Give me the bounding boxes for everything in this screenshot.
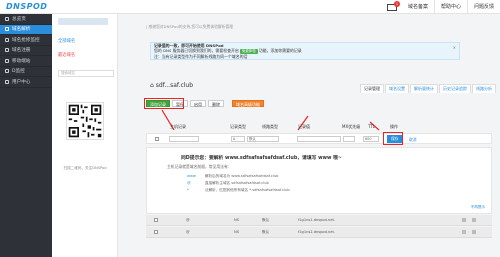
record-value: f1g1ns1.dnspod.net. <box>298 218 336 222</box>
notice-line-3: 注：当有记录类型作为不同解析线路为同一个域名的话 <box>154 54 248 59</box>
top-bar: DNSPOD 1 域名备案 帮助中心 问题反馈 <box>0 0 500 14</box>
dismiss-tip-link[interactable]: 不再提示 <box>471 205 485 210</box>
dns-icon <box>5 27 9 32</box>
table-row[interactable]: @ NS 默认 f1g1ns1.dnspod.net. <box>146 215 492 226</box>
home-icon <box>5 16 9 21</box>
cancel-link[interactable]: 取消 <box>409 137 417 143</box>
sidebar-item-user-center[interactable]: 用户中心 <box>0 77 52 88</box>
tip-title: 同D提示您：要解析 www.sdfsafsafsafdsaf.club，请填写 … <box>181 156 342 161</box>
monitor-icon <box>5 37 9 42</box>
tab-history[interactable]: 历史记录追踪 <box>439 84 471 93</box>
user-icon <box>5 79 9 84</box>
tab-line-analysis[interactable]: 线路分析 <box>472 84 496 93</box>
edit-icon[interactable] <box>472 218 476 222</box>
tip-line-www: www 解析后的域名为 www.sdfsafsafsafdsaf.club <box>187 174 279 178</box>
record-value: f1g1ns2.dnspod.net. <box>298 230 336 234</box>
domain-list-panel: 全部域名 最近域名 搜索域名 扫描二维码，关注DNSPod <box>52 14 118 257</box>
header-type: 记录类型 <box>230 124 246 129</box>
host-tip-box: 同D提示您：要解析 www.sdfsafsafsafdsaf.club，请填写 … <box>146 147 492 214</box>
row-checkbox[interactable] <box>154 218 158 222</box>
tab-stats[interactable]: 解析量统计 <box>410 84 438 93</box>
record-host: @ <box>186 230 190 234</box>
ttl-input[interactable]: 600 <box>363 136 379 142</box>
edit-icon[interactable] <box>472 230 476 234</box>
record-line: 默认 <box>262 230 270 234</box>
sidebar-item-monitor[interactable]: 域名抢修监控 <box>0 35 52 46</box>
blurred-account <box>58 18 108 25</box>
header-line: 线路类型 <box>262 124 278 129</box>
sidebar: 总览页 域名解析 域名抢修监控 域名注册 移动端站 D监控 用户中心 <box>0 14 52 257</box>
record-type: NS <box>234 218 239 222</box>
all-domains-link[interactable]: 全部域名 <box>58 38 75 44</box>
sidebar-item-register[interactable]: 域名注册 <box>0 46 52 56</box>
mobile-icon <box>5 58 9 63</box>
close-icon[interactable]: × <box>453 45 456 50</box>
qr-code <box>66 102 104 140</box>
lock-icon[interactable] <box>462 230 466 234</box>
notice-banner: 记录值的一致，即可开始使用 DNSPod 您的 DNS 服务器已切换到我们的，需… <box>150 42 460 60</box>
top-bar-actions: 1 域名备案 帮助中心 问题反馈 <box>386 0 500 14</box>
domain-tabs: 记录管理 域名设置 解析量统计 历史记录追踪 线路分析 <box>359 84 496 93</box>
value-input[interactable] <box>297 136 341 142</box>
tip-line-wildcard: * 泛解析，匹配其他所有域名 *.sdfsafsafsafdsaf.club <box>187 188 290 192</box>
mail-count-badge: 1 <box>393 0 400 7</box>
qr-caption: 扫描二维码，关注DNSPod <box>63 166 107 170</box>
header-ttl: TTL <box>368 124 376 129</box>
tip-line-at: @ 直接解析主域名 sdfsafsafsafdsaf.club <box>187 181 269 185</box>
new-record-row: A 默认 600 保存 取消 <box>146 133 492 144</box>
breadcrumb: | 感谢您对DNSPod的支持,您可以免费体验解析管理 <box>146 24 234 29</box>
sidebar-item-dns[interactable]: 域名解析 <box>0 24 52 35</box>
table-row[interactable]: @ NS 默认 f1g1ns2.dnspod.net. <box>146 227 492 238</box>
sidebar-item-d-monitor[interactable]: D监控 <box>0 67 52 77</box>
type-select[interactable]: A <box>231 136 245 142</box>
main-content: | 感谢您对DNSPod的支持,您可以免费体验解析管理 记录值的一致，即可开始使… <box>122 18 496 257</box>
domain-name: sdf...saf.club <box>155 82 194 89</box>
recent-domains-link[interactable]: 最近域名 <box>58 52 75 58</box>
enable-button[interactable]: 启用 <box>190 100 206 107</box>
register-icon <box>5 48 9 53</box>
advanced-features-button[interactable]: 域名高级功能 <box>232 100 264 107</box>
link-help-center[interactable]: 帮助中心 <box>433 0 467 14</box>
record-line: 默认 <box>262 218 270 222</box>
link-domain-filing[interactable]: 域名备案 <box>402 0 434 14</box>
highlight-save-button <box>383 132 403 145</box>
header-host: 主机记录 <box>170 124 186 129</box>
sidebar-item-mobile[interactable]: 移动端站 <box>0 56 52 67</box>
mx-input[interactable] <box>343 136 355 142</box>
row-checkbox[interactable] <box>154 230 158 234</box>
tab-domain-settings[interactable]: 域名设置 <box>385 84 409 93</box>
home-icon[interactable]: ⌂ <box>150 82 154 89</box>
link-feedback[interactable]: 问题反馈 <box>466 0 500 14</box>
domain-title: ⌂ sdf...saf.club <box>150 82 193 89</box>
domain-search-input[interactable]: 搜索域名 <box>58 70 114 77</box>
lock-icon[interactable] <box>462 218 466 222</box>
d-monitor-icon <box>5 69 9 74</box>
row-checkbox[interactable] <box>155 137 159 141</box>
tip-subtitle: 主机记录就是域名前缀，常见用法有： <box>167 164 232 169</box>
dnspod-logo[interactable]: DNSPOD <box>6 2 47 11</box>
header-value: 记录值 <box>298 124 310 129</box>
mail-icon[interactable]: 1 <box>386 0 400 11</box>
record-host: @ <box>186 218 190 222</box>
highlight-add-button <box>144 98 184 109</box>
tab-records[interactable]: 记录管理 <box>360 84 384 93</box>
sidebar-item-overview[interactable]: 总览页 <box>0 14 52 25</box>
header-action: 操作 <box>390 124 398 129</box>
delete-button[interactable]: 删除 <box>208 100 224 107</box>
host-input[interactable] <box>169 136 199 142</box>
header-mx: MX优先级 <box>342 124 361 129</box>
line-select[interactable]: 默认 <box>247 136 279 142</box>
record-type: NS <box>234 230 239 234</box>
